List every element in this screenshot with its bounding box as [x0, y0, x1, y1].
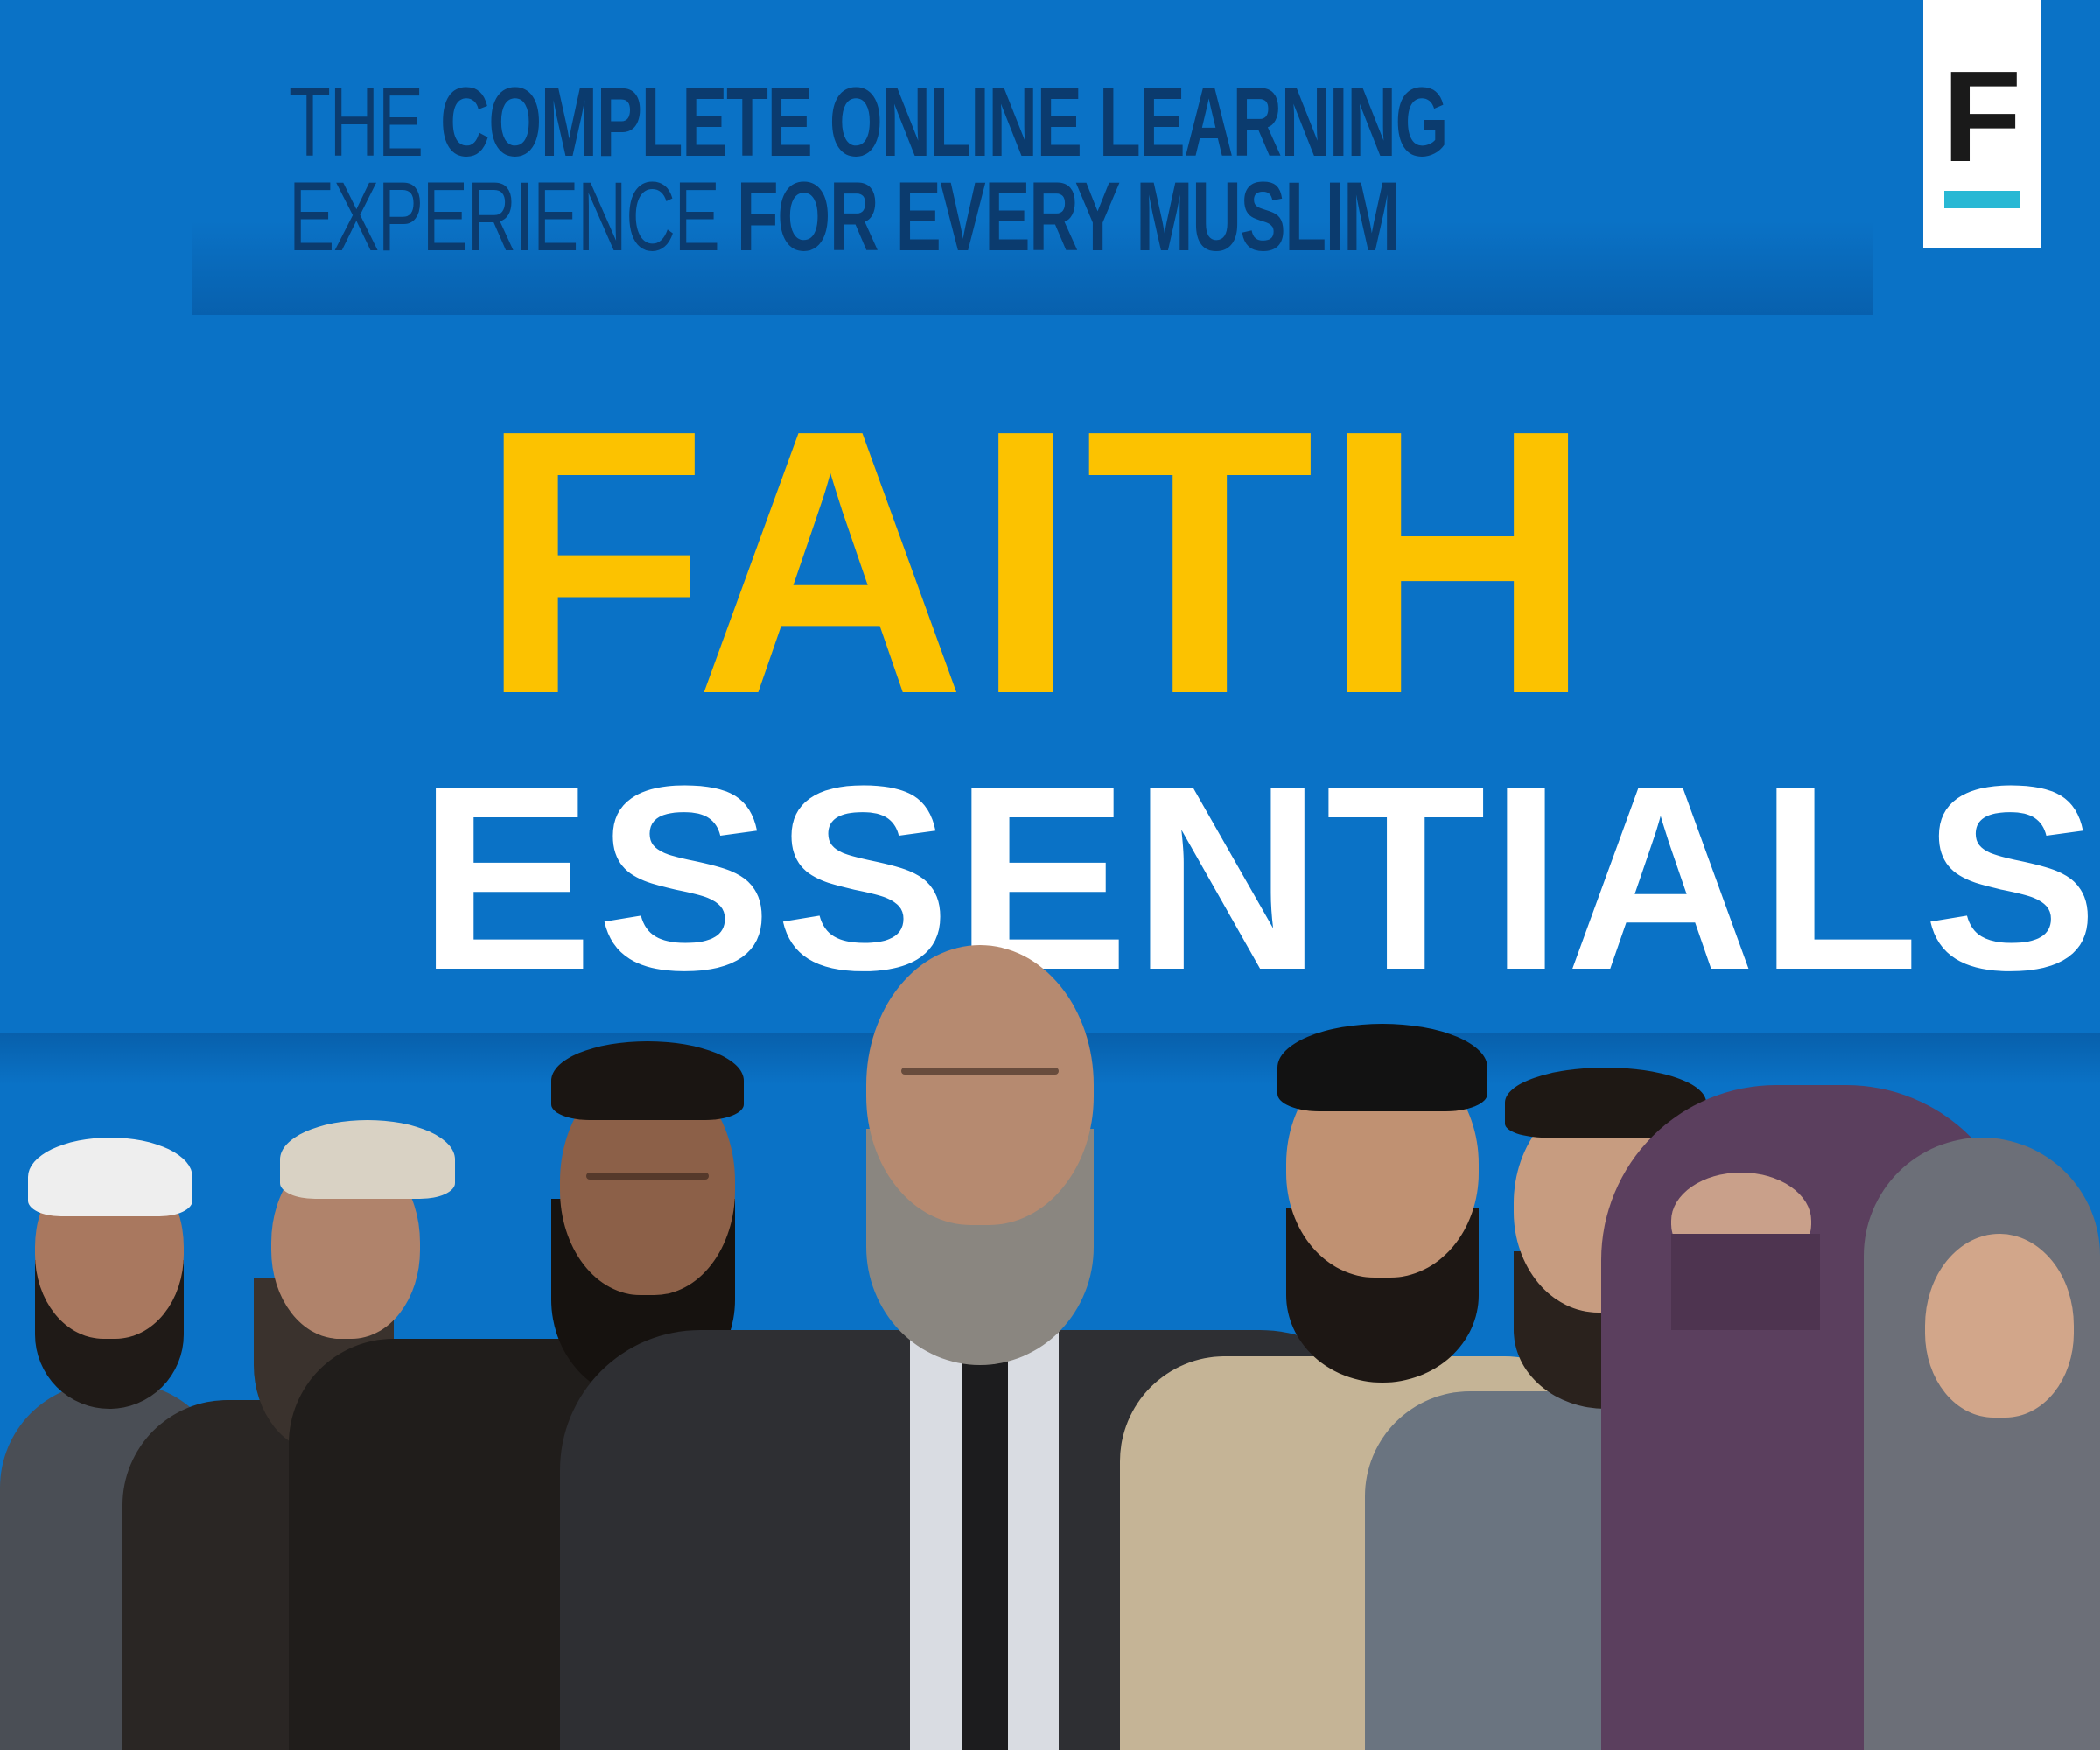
- promo-banner: THE COMPLETE ONLINE LEARNING EXPERIENCE …: [0, 0, 2100, 1750]
- brand-logo: F: [1923, 0, 2040, 248]
- tagline-line-2-light: EXPERIENCE: [289, 162, 737, 271]
- tagline-line-2-bold: FOR EVERY MUSLIM: [736, 162, 1401, 271]
- logo-letter: F: [1942, 45, 2022, 189]
- tagline-line-1-bold: COMPLETE ONLINE LEARNING: [439, 67, 1449, 177]
- tagline-line-2: EXPERIENCE FOR EVERY MUSLIM: [289, 168, 1400, 266]
- logo-accent-bar: [1944, 191, 2020, 208]
- tagline-line-1-light: THE: [289, 67, 440, 177]
- title-main: FAITH: [478, 353, 1601, 773]
- tie: [962, 1348, 1008, 1750]
- speaker-photo-8: [1864, 1138, 2100, 1750]
- tagline: THE COMPLETE ONLINE LEARNING EXPERIENCE …: [289, 74, 1449, 266]
- speakers-photo-group: [0, 928, 2100, 1750]
- tagline-line-1: THE COMPLETE ONLINE LEARNING: [289, 74, 1449, 172]
- niqab: [1671, 1234, 1820, 1330]
